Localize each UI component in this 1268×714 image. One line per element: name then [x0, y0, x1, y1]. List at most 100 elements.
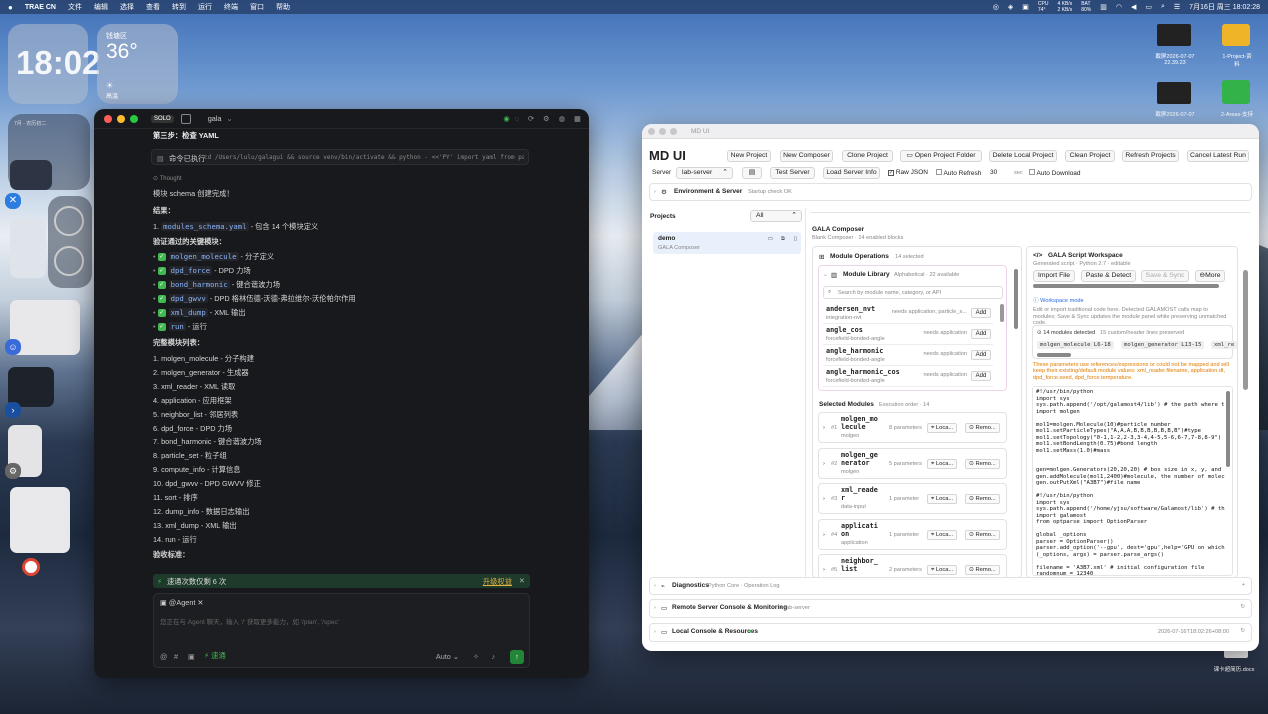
local-console-section[interactable]: › ▭ Local Console & Resources ● 2026-07-…: [649, 623, 1252, 642]
hash-icon[interactable]: #: [174, 652, 178, 661]
file-label[interactable]: 课卡超简历.docx: [1200, 665, 1268, 673]
minimize-button[interactable]: [659, 127, 666, 135]
settings-icon[interactable]: ⚙: [5, 463, 21, 479]
horizontal-scrollbar[interactable]: [1037, 353, 1071, 357]
cpu-monitor[interactable]: CPU 74°: [1038, 1, 1049, 13]
server-select[interactable]: lab-server ⌃: [676, 167, 733, 179]
file-label[interactable]: 截屏2026-07-07 22.39.23: [1145, 52, 1205, 66]
auto-refresh-checkbox[interactable]: Auto Refresh: [936, 169, 981, 177]
add-module-button[interactable]: Add: [971, 329, 991, 339]
library-item[interactable]: andersen_nvt integration-nvt needs applica…: [823, 303, 993, 324]
send-button[interactable]: ↑: [510, 650, 524, 664]
file-icon[interactable]: [1157, 82, 1191, 104]
menu-item-file[interactable]: 文件: [68, 2, 82, 12]
chevron-right-icon[interactable]: ›: [654, 583, 656, 589]
more-button[interactable]: ⊖More: [1195, 270, 1225, 282]
mode-select[interactable]: Auto ⌄: [436, 652, 459, 661]
history-icon[interactable]: ⟳: [528, 114, 534, 123]
weather-widget[interactable]: 钱塘区 36° ☀ 高温: [97, 24, 178, 104]
module-chip[interactable]: molgen_molecule L6-18: [1037, 341, 1114, 349]
selected-module[interactable]: › #2 molgen_ge nerator molgen 5 parameters ⌖ L…: [818, 447, 1007, 479]
control-center-icon[interactable]: ☰: [1174, 3, 1180, 11]
chevron-right-icon[interactable]: ›: [654, 189, 656, 195]
auto-download-checkbox[interactable]: Auto Download: [1029, 169, 1081, 177]
add-module-button[interactable]: Add: [971, 308, 991, 318]
menu-item-view[interactable]: 查看: [146, 2, 160, 12]
run-status-icon[interactable]: ◉: [503, 114, 509, 123]
remove-button[interactable]: ⊙ Remo...: [965, 494, 1000, 504]
folder-label[interactable]: 2-Areas-支持: [1208, 110, 1266, 118]
save-sync-button[interactable]: Save & Sync: [1141, 270, 1189, 282]
upgrade-link[interactable]: 升级权益: [483, 577, 512, 587]
scrollbar[interactable]: [1226, 391, 1230, 467]
clock-widget[interactable]: 18:02: [8, 24, 100, 104]
selected-module[interactable]: › #5 neighbor_ list 2 parameters ⌖ Loca... ⊙ R…: [818, 554, 1007, 577]
mention-icon[interactable]: @: [160, 652, 167, 661]
agent-tag[interactable]: ▣ @Agent ✕: [160, 598, 204, 607]
command-block[interactable]: ▤ 命令已执行 cd /Users/lulu/galagui && source…: [151, 149, 529, 165]
volume-icon[interactable]: ◀: [1131, 3, 1136, 11]
chat-icon[interactable]: ◌: [515, 114, 519, 123]
new-composer-button[interactable]: New Composer: [780, 150, 833, 162]
menu-datetime[interactable]: 7月16日 周三 18:02:28: [1189, 2, 1260, 12]
refresh-icon[interactable]: ↻: [1240, 628, 1245, 634]
locate-button[interactable]: ⌖ Loca...: [927, 458, 958, 469]
chevron-right-icon[interactable]: ›: [654, 629, 656, 635]
status-icon-1[interactable]: ◎: [993, 3, 999, 11]
open-folder-button[interactable]: ▭ Open Project Folder: [900, 150, 982, 162]
folder-icon[interactable]: [1222, 80, 1250, 104]
window-scrollbar[interactable]: [1243, 270, 1248, 390]
chevron-right-icon[interactable]: ›: [823, 567, 825, 573]
project-name[interactable]: gala: [208, 114, 222, 123]
file-icon[interactable]: [1157, 24, 1191, 46]
selected-module[interactable]: › #4 applicati on application 1 parameter ⌖ Lo…: [818, 518, 1007, 550]
battery-icon[interactable]: ▭: [1145, 3, 1152, 11]
refresh-icon[interactable]: ↻: [1240, 604, 1245, 610]
search-icon[interactable]: ⌕: [1161, 3, 1165, 11]
chrome-icon[interactable]: [22, 558, 40, 576]
gear-icon[interactable]: ⚙: [543, 114, 550, 123]
projects-filter-select[interactable]: All ⌃: [750, 210, 802, 222]
vscode-icon[interactable]: ✕: [5, 193, 21, 209]
desktop-thumbnail[interactable]: [10, 218, 46, 278]
menu-item-window[interactable]: 窗口: [250, 2, 264, 12]
code-editor[interactable]: #!/usr/bin/python import sys sys.path.ap…: [1032, 386, 1233, 576]
menu-item-run[interactable]: 运行: [198, 2, 212, 12]
close-icon[interactable]: ✕: [519, 576, 525, 585]
code-text[interactable]: #!/usr/bin/python import sys sys.path.ap…: [1033, 387, 1232, 575]
chevron-right-icon[interactable]: ›: [823, 496, 825, 502]
selected-module[interactable]: › #1 molgen_mo lecule molgen 8 parameters ⌖ Lo…: [818, 412, 1007, 443]
module-chip[interactable]: xml_re: [1211, 341, 1238, 349]
project-item-demo[interactable]: demo GALA Composer ▭ ⧉ ▯: [653, 232, 801, 254]
library-item[interactable]: angle_cos forcefield-bonded-angle needs ap…: [823, 324, 993, 345]
test-server-button[interactable]: Test Server: [770, 167, 815, 179]
refresh-interval-input[interactable]: 30: [990, 169, 997, 176]
terminal-icon[interactable]: ›: [5, 402, 21, 418]
menu-item-select[interactable]: 选择: [120, 2, 134, 12]
chevron-right-icon[interactable]: ›: [823, 461, 825, 467]
refresh-projects-button[interactable]: Refresh Projects: [1122, 150, 1179, 162]
horizontal-scrollbar[interactable]: [1033, 284, 1219, 288]
scrollbar[interactable]: [1000, 304, 1004, 322]
selected-module[interactable]: › #3 xml_reade r data-input 1 parameter ⌖ Loca…: [818, 483, 1007, 514]
minimize-button[interactable]: [117, 114, 125, 123]
remove-button[interactable]: ⊙ Remo...: [965, 423, 1000, 433]
solo-badge[interactable]: SOLO: [151, 114, 174, 123]
menu-item-edit[interactable]: 编辑: [94, 2, 108, 12]
apple-icon[interactable]: ●: [8, 3, 13, 12]
sidebar-toggle-icon[interactable]: [180, 113, 191, 124]
library-item[interactable]: angle_harmonic forcefield-bonded-angle nee…: [823, 345, 993, 366]
locate-button[interactable]: ⌖ Loca...: [927, 494, 958, 504]
magic-icon[interactable]: ✧: [473, 652, 479, 661]
folder-label[interactable]: 1-Project-资料: [1208, 52, 1266, 68]
account-icon[interactable]: ◍: [559, 114, 565, 123]
library-item[interactable]: angle_harmonic_cos forcefield-bonded-angl…: [823, 366, 993, 387]
menu-item-terminal[interactable]: 终端: [224, 2, 238, 12]
mic-icon[interactable]: ♪: [491, 652, 495, 661]
import-file-button[interactable]: Import File: [1033, 270, 1075, 282]
remove-button[interactable]: ⊙ Remo...: [965, 529, 1000, 540]
chat-input-box[interactable]: ▣ @Agent ✕ 您正在与 Agent 聊天，输入 '/' 获取更多能力，如…: [153, 593, 530, 668]
finder-icon[interactable]: ☺: [5, 339, 21, 355]
clean-project-button[interactable]: Clean Project: [1065, 150, 1115, 162]
chevron-down-icon[interactable]: ⌄: [226, 114, 232, 123]
